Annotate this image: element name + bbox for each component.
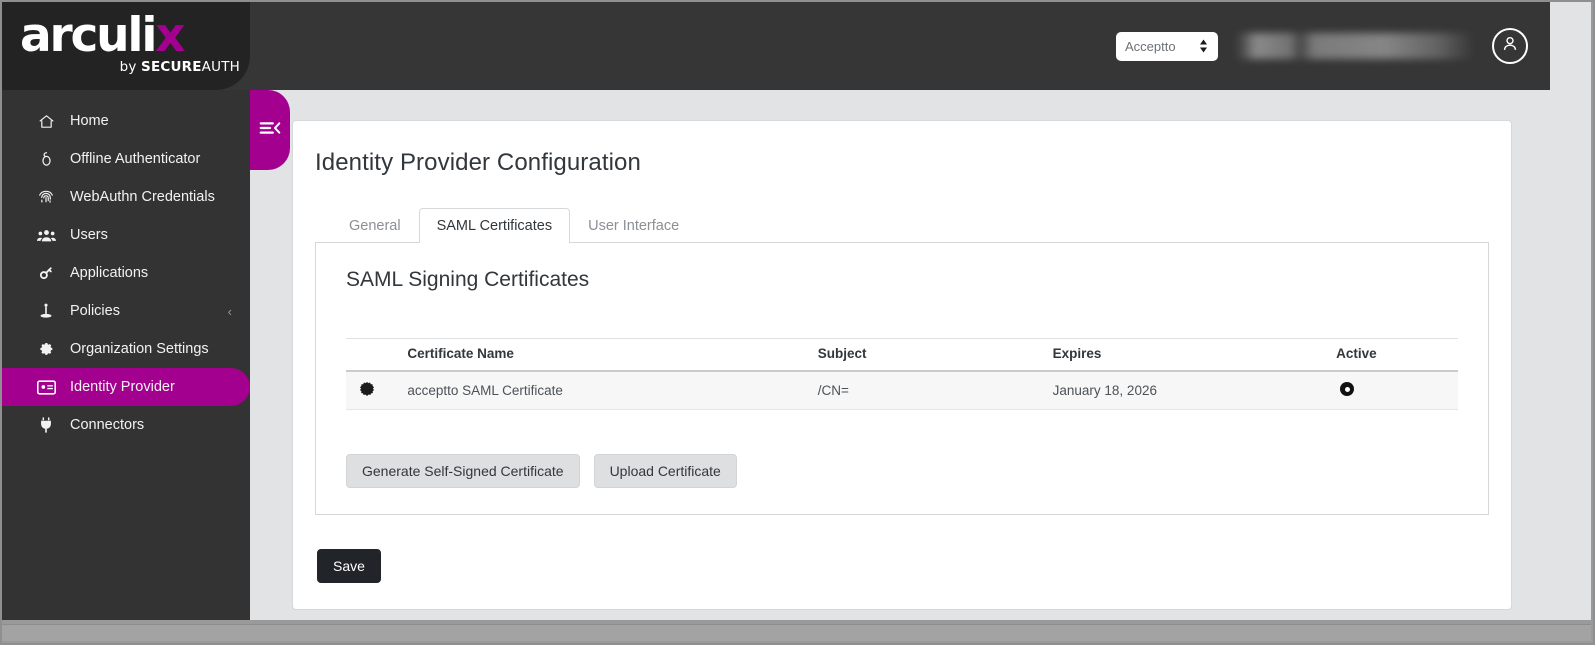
sidebar-item-label: Offline Authenticator xyxy=(70,151,201,167)
user-avatar-button[interactable] xyxy=(1492,28,1528,64)
users-icon xyxy=(34,228,58,243)
certificates-table: Certificate Name Subject Expires Active xyxy=(346,338,1458,410)
content-card: Identity Provider Configuration General … xyxy=(292,120,1512,610)
sidebar-item-policies[interactable]: Policies ‹ xyxy=(2,292,250,330)
column-header-icon xyxy=(346,338,402,372)
sidebar-item-label: Connectors xyxy=(70,417,145,433)
page-viewport: arculix by SECUREAUTH Acceptto Home Offl… xyxy=(2,2,1591,620)
sidebar-nav: Home Offline Authenticator WebAuthn Cred… xyxy=(2,90,250,620)
tab-general[interactable]: General xyxy=(331,208,419,243)
sidebar-item-label: Users xyxy=(70,227,108,243)
sidebar-item-organization-settings[interactable]: Organization Settings xyxy=(2,330,250,368)
certificates-table-body: acceptto SAML Certificate /CN= January 1… xyxy=(346,371,1458,410)
upload-certificate-button[interactable]: Upload Certificate xyxy=(593,454,737,488)
save-button[interactable]: Save xyxy=(317,549,381,583)
cell-certificate-icon xyxy=(346,371,402,410)
brand-logo-plate[interactable]: arculix by SECUREAUTH xyxy=(2,2,250,90)
app-header: arculix by SECUREAUTH Acceptto xyxy=(2,2,1550,90)
table-row[interactable]: acceptto SAML Certificate /CN= January 1… xyxy=(346,371,1458,410)
brand-tagline-by: by xyxy=(119,59,142,75)
collapse-sidebar-button[interactable] xyxy=(250,90,290,170)
brand-tagline-secure: SECURE xyxy=(141,59,202,75)
brand-wordmark-main: arculi xyxy=(20,8,157,63)
select-updown-icon xyxy=(1199,39,1208,54)
cell-certificate-name: acceptto SAML Certificate xyxy=(401,371,812,410)
sidebar-item-webauthn-credentials[interactable]: WebAuthn Credentials xyxy=(2,178,250,216)
tab-saml-certificates[interactable]: SAML Certificates xyxy=(418,208,571,243)
radio-selected-icon[interactable] xyxy=(1340,382,1355,396)
collapse-sidebar-icon xyxy=(258,119,282,142)
sidebar-item-label: Identity Provider xyxy=(70,379,175,395)
tab-bar: General SAML Certificates User Interface xyxy=(315,207,1489,243)
sidebar-item-label: WebAuthn Credentials xyxy=(70,189,215,205)
sidebar-item-label: Policies xyxy=(70,303,120,319)
horizontal-scrollbar[interactable] xyxy=(2,624,1591,641)
gear-icon xyxy=(34,340,58,358)
sidebar-item-users[interactable]: Users xyxy=(2,216,250,254)
brand-tagline-auth: AUTH xyxy=(201,59,240,75)
certificate-seal-icon xyxy=(360,382,374,396)
key-icon xyxy=(34,264,58,282)
certificates-table-head: Certificate Name Subject Expires Active xyxy=(346,338,1458,372)
organization-select[interactable]: Acceptto xyxy=(1116,31,1218,61)
sidebar-item-connectors[interactable]: Connectors xyxy=(2,406,250,444)
column-header-active: Active xyxy=(1330,338,1458,372)
certificate-actions: Generate Self-Signed Certificate Upload … xyxy=(346,454,1472,488)
sidebar-item-offline-authenticator[interactable]: Offline Authenticator xyxy=(2,140,250,178)
signed-in-user-label xyxy=(1234,33,1474,59)
column-header-expires: Expires xyxy=(1046,338,1331,372)
sidebar-item-identity-provider[interactable]: Identity Provider xyxy=(2,368,250,406)
cell-subject: /CN= xyxy=(811,371,1047,410)
table-header-row: Certificate Name Subject Expires Active xyxy=(346,338,1458,372)
column-header-certificate-name: Certificate Name xyxy=(401,338,812,372)
sidebar-item-label: Applications xyxy=(70,265,149,281)
cell-expires: January 18, 2026 xyxy=(1046,371,1331,410)
policies-icon xyxy=(34,302,58,320)
column-header-subject: Subject xyxy=(811,338,1047,372)
header-right-cluster: Acceptto xyxy=(1116,2,1528,90)
brand-logo: arculix by SECUREAUTH xyxy=(20,10,242,76)
user-avatar-icon xyxy=(1500,34,1520,59)
tab-user-interface[interactable]: User Interface xyxy=(570,208,697,243)
home-icon xyxy=(34,113,58,130)
browser-window: arculix by SECUREAUTH Acceptto Home Offl… xyxy=(0,0,1595,645)
generate-self-signed-certificate-button[interactable]: Generate Self-Signed Certificate xyxy=(346,454,580,488)
plug-icon xyxy=(34,416,58,434)
main-content: Identity Provider Configuration General … xyxy=(250,90,1591,620)
sidebar-item-chevron: ‹ xyxy=(227,303,232,319)
cell-active[interactable] xyxy=(1330,371,1458,410)
sidebar-item-applications[interactable]: Applications xyxy=(2,254,250,292)
sidebar-item-label: Organization Settings xyxy=(70,341,209,357)
brand-wordmark: arculix xyxy=(20,10,242,62)
panel-title: SAML Signing Certificates xyxy=(346,268,590,291)
page-title: Identity Provider Configuration xyxy=(315,149,641,176)
sidebar-item-label: Home xyxy=(70,113,109,129)
offline-authenticator-icon xyxy=(34,150,58,168)
sidebar-item-home[interactable]: Home xyxy=(2,102,250,140)
id-card-icon xyxy=(34,379,58,395)
brand-wordmark-accent: x xyxy=(155,8,185,63)
saml-certificates-panel: SAML Signing Certificates Certificate Na… xyxy=(315,242,1489,515)
organization-select-value: Acceptto xyxy=(1125,38,1176,54)
fingerprint-icon xyxy=(34,188,58,206)
